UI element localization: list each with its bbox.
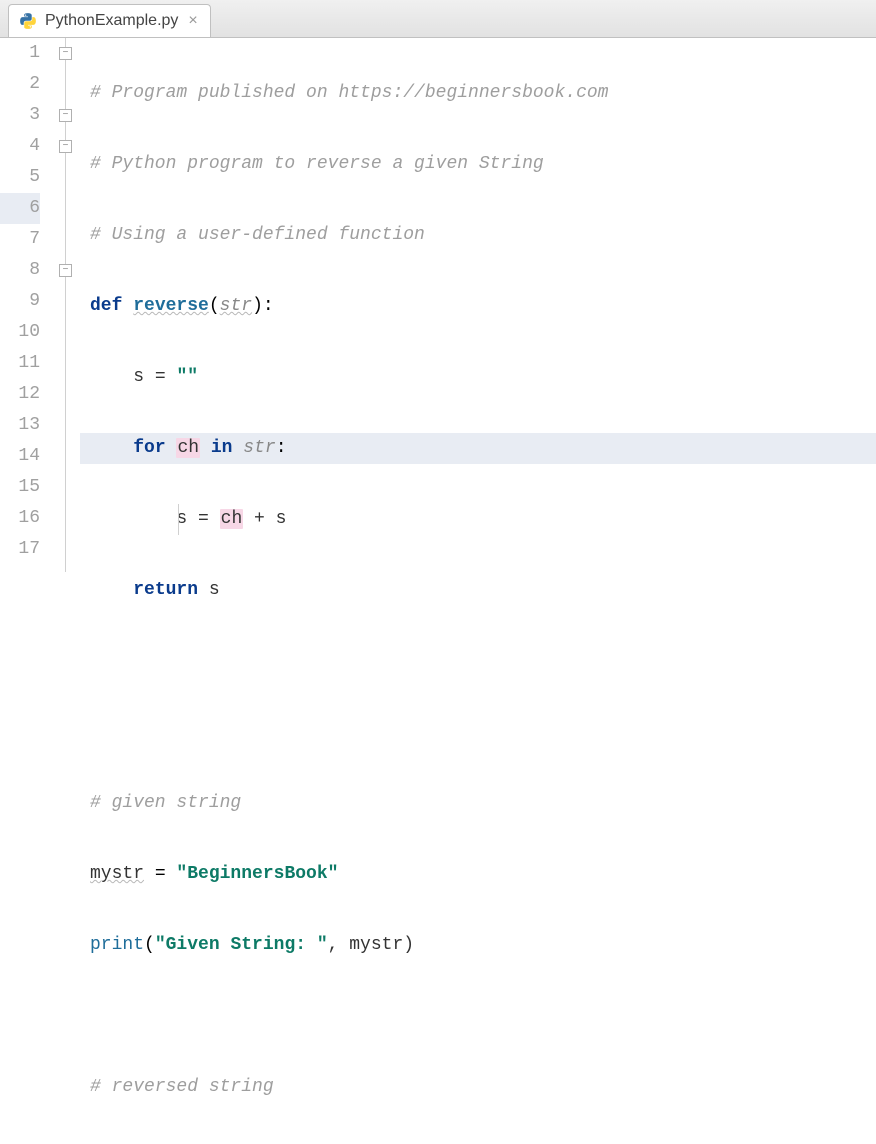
function-name: reverse <box>133 296 209 316</box>
line-number: 6 <box>0 193 40 224</box>
close-tab-icon[interactable]: × <box>186 12 199 30</box>
line-number-gutter: 1 2 3 4 5 6 7 8 9 10 11 12 13 14 15 16 1… <box>0 38 52 572</box>
indent-guide-icon <box>178 504 179 535</box>
code-line[interactable]: def reverse(str): <box>80 291 876 322</box>
file-tab[interactable]: PythonExample.py × <box>8 4 211 37</box>
code-line[interactable] <box>80 646 876 677</box>
line-number: 1 <box>0 38 40 69</box>
fold-toggle-icon[interactable]: − <box>59 264 72 277</box>
comment-text: # Python program to reverse a given Stri… <box>90 154 544 174</box>
keyword-def: def <box>90 296 122 316</box>
line-number: 14 <box>0 441 40 472</box>
line-number: 15 <box>0 472 40 503</box>
line-number: 16 <box>0 503 40 534</box>
code-line[interactable]: s = "" <box>80 362 876 393</box>
line-number: 12 <box>0 379 40 410</box>
python-file-icon <box>19 12 37 30</box>
code-line[interactable]: mystr = "BeginnersBook" <box>80 859 876 890</box>
fold-toggle-icon[interactable]: − <box>59 47 72 60</box>
code-line[interactable] <box>80 1001 876 1032</box>
line-number: 4 <box>0 131 40 162</box>
code-line-current[interactable]: for ch in str: <box>80 433 876 464</box>
code-editor[interactable]: 1 2 3 4 5 6 7 8 9 10 11 12 13 14 15 16 1… <box>0 38 876 572</box>
string-literal: "Given String: " <box>155 935 328 955</box>
line-number: 10 <box>0 317 40 348</box>
string-literal: "" <box>176 367 198 387</box>
fold-gutter: − − − − <box>52 38 80 572</box>
code-line[interactable]: print("Reversed String: ", reverse(mystr… <box>80 1143 876 1144</box>
variable-name: mystr <box>90 864 144 884</box>
code-line[interactable]: # Python program to reverse a given Stri… <box>80 149 876 180</box>
line-number: 11 <box>0 348 40 379</box>
code-line[interactable] <box>80 717 876 748</box>
builtin-print: print <box>90 935 144 955</box>
fold-toggle-icon[interactable]: − <box>59 140 72 153</box>
line-number: 17 <box>0 534 40 565</box>
fold-toggle-icon[interactable]: − <box>59 109 72 122</box>
comment-text: # given string <box>90 793 241 813</box>
parameter: str <box>243 438 275 458</box>
code-line[interactable]: print("Given String: ", mystr) <box>80 930 876 961</box>
code-line[interactable]: # reversed string <box>80 1072 876 1103</box>
comment-text: # Program published on https://beginners… <box>90 83 608 103</box>
keyword-in: in <box>211 438 233 458</box>
code-line[interactable]: # Program published on https://beginners… <box>80 78 876 109</box>
line-number: 7 <box>0 224 40 255</box>
code-line[interactable]: s = ch + s <box>80 504 876 535</box>
keyword-return: return <box>133 580 198 600</box>
comment-text: # Using a user-defined function <box>90 225 425 245</box>
tab-bar: PythonExample.py × <box>0 0 876 38</box>
comment-text: # reversed string <box>90 1077 274 1097</box>
code-line[interactable]: # Using a user-defined function <box>80 220 876 251</box>
line-number: 3 <box>0 100 40 131</box>
line-number: 13 <box>0 410 40 441</box>
line-number: 5 <box>0 162 40 193</box>
parameter: str <box>220 296 252 316</box>
highlighted-var: ch <box>176 438 200 458</box>
code-line[interactable]: # given string <box>80 788 876 819</box>
tab-filename: PythonExample.py <box>45 12 178 30</box>
highlighted-var: ch <box>220 509 244 529</box>
code-line[interactable]: return s <box>80 575 876 606</box>
string-literal: "BeginnersBook" <box>176 864 338 884</box>
line-number: 2 <box>0 69 40 100</box>
line-number: 9 <box>0 286 40 317</box>
line-number: 8 <box>0 255 40 286</box>
code-content[interactable]: # Program published on https://beginners… <box>80 38 876 572</box>
keyword-for: for <box>133 438 165 458</box>
